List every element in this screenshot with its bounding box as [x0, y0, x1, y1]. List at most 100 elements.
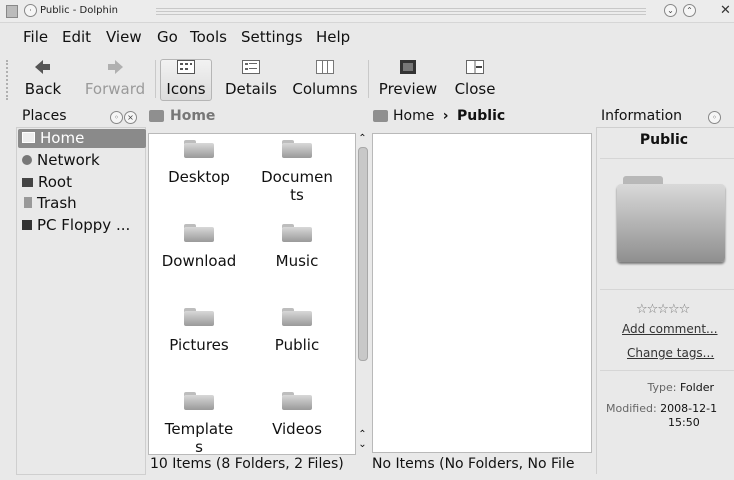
place-label: Root [38, 173, 72, 191]
place-root[interactable]: Root [18, 173, 146, 192]
sticky-icon[interactable]: · [24, 4, 37, 17]
folder-item[interactable]: Public [251, 308, 343, 354]
folder-label: Desktop [168, 168, 230, 186]
type-value: Folder [680, 381, 714, 394]
columns-view-icon [290, 60, 360, 78]
place-trash[interactable]: Trash [18, 194, 146, 213]
folder-icon [184, 392, 214, 410]
menu-view[interactable]: View [106, 28, 142, 46]
menu-tools[interactable]: Tools [190, 28, 227, 46]
place-label: Trash [37, 194, 77, 212]
trash-icon [24, 197, 32, 208]
preview-icon [376, 60, 440, 78]
type-label: Type: [647, 381, 677, 394]
place-label: PC Floppy ... [37, 216, 131, 234]
place-label: Home [40, 129, 85, 147]
add-comment-link[interactable]: Add comment... [622, 322, 718, 336]
menu-file[interactable]: File [23, 28, 48, 46]
places-float-icon[interactable]: ◦ [110, 111, 123, 124]
folder-icon [282, 140, 312, 158]
place-home[interactable]: Home [18, 129, 146, 148]
places-title: Places [22, 108, 67, 124]
place-network[interactable]: Network [18, 151, 146, 170]
close-icon[interactable]: ✕ [720, 3, 731, 18]
place-floppy[interactable]: PC Floppy ... [18, 216, 146, 235]
scroll-up-icon[interactable]: ⌃ [356, 133, 369, 144]
divider [600, 370, 734, 371]
back-arrow-icon [14, 60, 72, 78]
folder-icon [282, 308, 312, 326]
menu-help[interactable]: Help [316, 28, 350, 46]
vertical-scrollbar[interactable]: ⌃ ⌃ ⌄ [356, 133, 369, 453]
title-bar: · Public - Dolphin ⌄ ⌃ ✕ [0, 0, 734, 23]
folder-item[interactable]: Pictures [153, 308, 245, 354]
maximize-icon[interactable]: ⌃ [683, 4, 696, 17]
breadcrumb-home[interactable]: Home [393, 108, 434, 124]
folder-label: Download [161, 252, 237, 270]
forward-label: Forward [84, 80, 146, 98]
modified-time: 15:50 [668, 416, 700, 429]
breadcrumb-separator: › [442, 108, 449, 124]
folder-preview-icon [617, 176, 727, 266]
info-modified: Modified: 2008-12-1 [606, 402, 734, 415]
preview-button[interactable]: Preview [376, 60, 440, 100]
folder-icon [184, 308, 214, 326]
change-tags-link[interactable]: Change tags... [627, 346, 714, 360]
info-float-icon[interactable]: ◦ [708, 111, 721, 124]
folder-label: Public [274, 336, 320, 354]
forward-button[interactable]: Forward [80, 60, 150, 100]
folder-item[interactable]: Desktop [153, 140, 245, 186]
menu-go[interactable]: Go [157, 28, 178, 46]
title-line [156, 14, 646, 15]
minimize-icon[interactable]: ⌄ [664, 4, 677, 17]
menu-settings[interactable]: Settings [241, 28, 303, 46]
toolbar-handle[interactable] [6, 60, 11, 100]
left-status: 10 Items (8 Folders, 2 Files) [150, 456, 344, 472]
title-line [156, 8, 646, 9]
icons-view-button[interactable]: Icons [160, 59, 212, 101]
back-label: Back [24, 80, 62, 98]
scroll-down-icon[interactable]: ⌄ [356, 439, 369, 450]
columns-view-button[interactable]: Columns [290, 60, 360, 100]
folder-item[interactable]: Download [153, 224, 245, 270]
details-view-icon [220, 60, 282, 78]
folder-icon [22, 178, 33, 187]
left-view-path[interactable]: Home [170, 108, 215, 124]
icons-view-icon [161, 60, 211, 78]
folder-item[interactable]: Documen ts [251, 140, 343, 204]
rating-stars[interactable]: ☆☆☆☆☆ [636, 302, 690, 317]
toolbar-separator [155, 60, 156, 98]
menu-edit[interactable]: Edit [62, 28, 91, 46]
folder-item[interactable]: Template s [153, 392, 245, 455]
floppy-icon [22, 220, 32, 230]
window-title: Public - Dolphin [40, 5, 118, 16]
back-button[interactable]: Back [14, 60, 72, 100]
left-icon-view[interactable]: Desktop Documen ts Download Music Pictur… [148, 133, 356, 455]
folder-item[interactable]: Videos [251, 392, 343, 438]
breadcrumb-current[interactable]: Public [457, 108, 505, 124]
columns-label: Columns [292, 80, 358, 98]
details-label: Details [224, 80, 277, 98]
folder-icon [184, 224, 214, 242]
close-label: Close [454, 80, 496, 98]
divider [600, 289, 734, 290]
places-close-icon[interactable]: × [124, 111, 137, 124]
place-label: Network [37, 151, 100, 169]
home-icon [22, 132, 35, 143]
close-split-button[interactable]: Close [450, 60, 500, 100]
scrollbar-thumb[interactable] [358, 147, 368, 361]
window-menu-icon[interactable] [6, 5, 18, 18]
home-icon [373, 110, 388, 122]
information-title: Information [601, 108, 683, 124]
title-line [156, 11, 646, 12]
icons-label: Icons [166, 80, 206, 98]
right-icon-view[interactable] [372, 133, 592, 453]
breadcrumb[interactable]: Home › Public [393, 108, 505, 124]
modified-value: 2008-12-1 [660, 402, 718, 415]
folder-item[interactable]: Music [251, 224, 343, 270]
folder-label: Template s [164, 420, 234, 455]
info-name: Public [639, 132, 689, 148]
details-view-button[interactable]: Details [220, 60, 282, 100]
preview-label: Preview [378, 80, 438, 98]
folder-icon [282, 392, 312, 410]
